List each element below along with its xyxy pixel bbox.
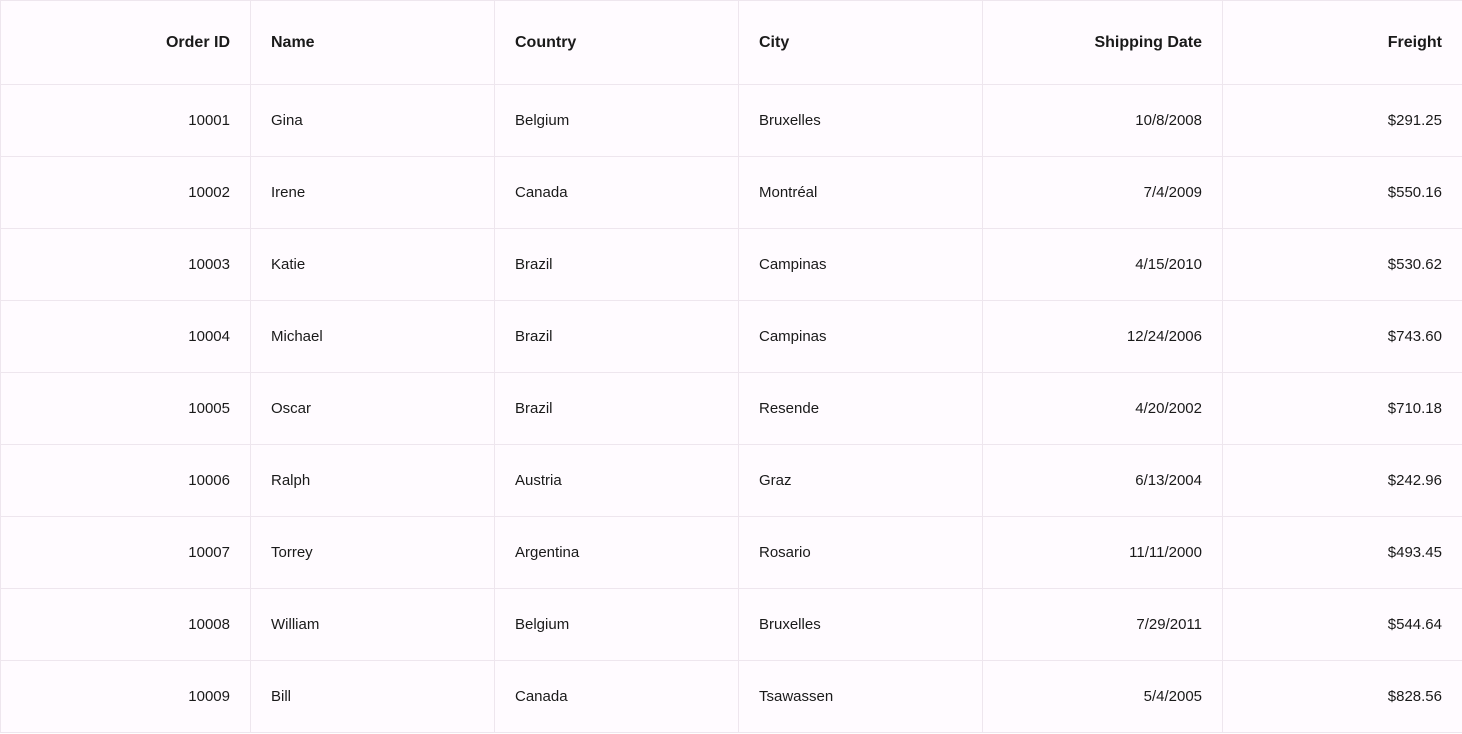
column-header-order-id[interactable]: Order ID: [1, 1, 251, 85]
cell-shipping-date: 4/15/2010: [983, 229, 1223, 301]
cell-country: Canada: [495, 157, 739, 229]
column-header-shipping-date[interactable]: Shipping Date: [983, 1, 1223, 85]
cell-name: William: [251, 589, 495, 661]
cell-country: Brazil: [495, 301, 739, 373]
cell-name: Michael: [251, 301, 495, 373]
cell-country: Belgium: [495, 85, 739, 157]
cell-freight: $828.56: [1223, 661, 1462, 733]
cell-shipping-date: 7/4/2009: [983, 157, 1223, 229]
table-row[interactable]: 10006 Ralph Austria Graz 6/13/2004 $242.…: [1, 445, 1462, 517]
cell-city: Tsawassen: [739, 661, 983, 733]
cell-freight: $291.25: [1223, 85, 1462, 157]
table-row[interactable]: 10009 Bill Canada Tsawassen 5/4/2005 $82…: [1, 661, 1462, 733]
cell-order-id: 10006: [1, 445, 251, 517]
column-header-country[interactable]: Country: [495, 1, 739, 85]
cell-country: Belgium: [495, 589, 739, 661]
cell-name: Katie: [251, 229, 495, 301]
cell-city: Rosario: [739, 517, 983, 589]
cell-city: Graz: [739, 445, 983, 517]
table-row[interactable]: 10002 Irene Canada Montréal 7/4/2009 $55…: [1, 157, 1462, 229]
table-row[interactable]: 10003 Katie Brazil Campinas 4/15/2010 $5…: [1, 229, 1462, 301]
cell-freight: $710.18: [1223, 373, 1462, 445]
cell-freight: $743.60: [1223, 301, 1462, 373]
cell-shipping-date: 11/11/2000: [983, 517, 1223, 589]
cell-order-id: 10003: [1, 229, 251, 301]
cell-freight: $493.45: [1223, 517, 1462, 589]
cell-order-id: 10001: [1, 85, 251, 157]
column-header-city[interactable]: City: [739, 1, 983, 85]
table-header-row: Order ID Name Country City Shipping Date…: [1, 1, 1462, 85]
cell-city: Montréal: [739, 157, 983, 229]
cell-name: Irene: [251, 157, 495, 229]
cell-city: Resende: [739, 373, 983, 445]
cell-city: Campinas: [739, 301, 983, 373]
cell-country: Brazil: [495, 229, 739, 301]
cell-order-id: 10004: [1, 301, 251, 373]
cell-name: Ralph: [251, 445, 495, 517]
cell-shipping-date: 10/8/2008: [983, 85, 1223, 157]
cell-order-id: 10008: [1, 589, 251, 661]
table-row[interactable]: 10001 Gina Belgium Bruxelles 10/8/2008 $…: [1, 85, 1462, 157]
column-header-name[interactable]: Name: [251, 1, 495, 85]
cell-shipping-date: 5/4/2005: [983, 661, 1223, 733]
cell-freight: $550.16: [1223, 157, 1462, 229]
cell-shipping-date: 4/20/2002: [983, 373, 1223, 445]
cell-shipping-date: 12/24/2006: [983, 301, 1223, 373]
orders-table[interactable]: Order ID Name Country City Shipping Date…: [0, 0, 1462, 733]
cell-freight: $530.62: [1223, 229, 1462, 301]
table-row[interactable]: 10005 Oscar Brazil Resende 4/20/2002 $71…: [1, 373, 1462, 445]
cell-country: Brazil: [495, 373, 739, 445]
cell-name: Torrey: [251, 517, 495, 589]
cell-shipping-date: 7/29/2011: [983, 589, 1223, 661]
cell-order-id: 10005: [1, 373, 251, 445]
table-row[interactable]: 10007 Torrey Argentina Rosario 11/11/200…: [1, 517, 1462, 589]
table-row[interactable]: 10008 William Belgium Bruxelles 7/29/201…: [1, 589, 1462, 661]
cell-city: Bruxelles: [739, 589, 983, 661]
cell-order-id: 10002: [1, 157, 251, 229]
cell-city: Bruxelles: [739, 85, 983, 157]
cell-order-id: 10009: [1, 661, 251, 733]
cell-country: Argentina: [495, 517, 739, 589]
table-body: 10001 Gina Belgium Bruxelles 10/8/2008 $…: [1, 85, 1462, 733]
cell-shipping-date: 6/13/2004: [983, 445, 1223, 517]
cell-city: Campinas: [739, 229, 983, 301]
cell-freight: $242.96: [1223, 445, 1462, 517]
cell-country: Austria: [495, 445, 739, 517]
column-header-freight[interactable]: Freight: [1223, 1, 1462, 85]
cell-order-id: 10007: [1, 517, 251, 589]
cell-name: Bill: [251, 661, 495, 733]
cell-name: Oscar: [251, 373, 495, 445]
cell-country: Canada: [495, 661, 739, 733]
table-row[interactable]: 10004 Michael Brazil Campinas 12/24/2006…: [1, 301, 1462, 373]
cell-name: Gina: [251, 85, 495, 157]
cell-freight: $544.64: [1223, 589, 1462, 661]
